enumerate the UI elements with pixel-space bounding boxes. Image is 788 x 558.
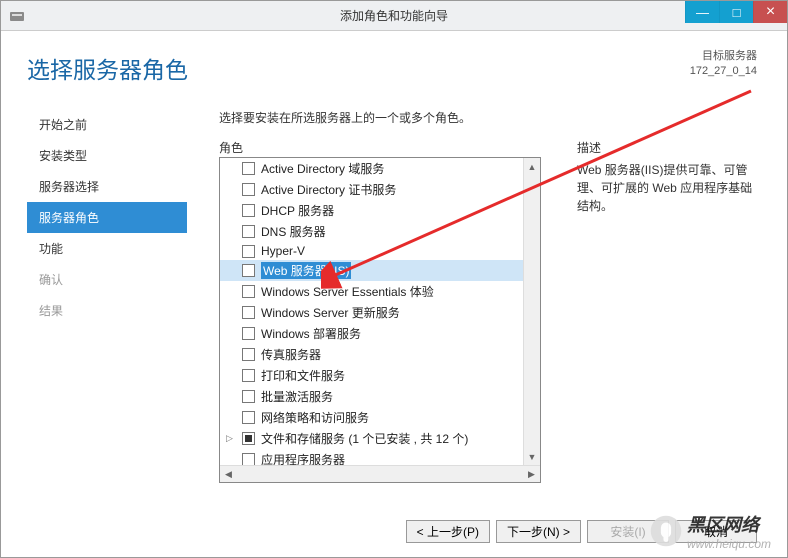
role-item[interactable]: 传真服务器 — [220, 344, 523, 365]
role-checkbox[interactable] — [242, 453, 255, 465]
next-button[interactable]: 下一步(N) > — [496, 520, 581, 543]
role-checkbox[interactable] — [242, 432, 255, 445]
vertical-scrollbar[interactable]: ▲ ▼ — [523, 158, 540, 465]
role-label: 应用程序服务器 — [261, 451, 345, 465]
role-checkbox[interactable] — [242, 348, 255, 361]
role-label: Windows Server Essentials 体验 — [261, 283, 434, 300]
install-button: 安装(I) — [587, 520, 669, 543]
role-label: DNS 服务器 — [261, 223, 326, 240]
role-item[interactable]: DNS 服务器 — [220, 221, 523, 242]
cancel-button[interactable]: 取消 — [675, 520, 757, 543]
role-label: 打印和文件服务 — [261, 367, 345, 384]
role-checkbox[interactable] — [242, 285, 255, 298]
role-item[interactable]: Active Directory 证书服务 — [220, 179, 523, 200]
role-item[interactable]: 网络策略和访问服务 — [220, 407, 523, 428]
page-title: 选择服务器角色 — [27, 51, 188, 85]
role-label: DHCP 服务器 — [261, 202, 334, 219]
wizard-sidebar: 开始之前 安装类型 服务器选择 服务器角色 功能 确认 结果 — [27, 109, 187, 326]
role-item[interactable]: Windows Server 更新服务 — [220, 302, 523, 323]
role-label: 传真服务器 — [261, 346, 321, 363]
role-label: Web 服务器(IIS) — [261, 262, 351, 279]
role-label: 批量激活服务 — [261, 388, 333, 405]
maximize-button[interactable]: □ — [719, 1, 753, 23]
roles-list: Active Directory 域服务 Active Directory 证书服… — [220, 158, 523, 465]
role-label: 网络策略和访问服务 — [261, 409, 369, 426]
role-label: Active Directory 域服务 — [261, 160, 384, 177]
role-checkbox[interactable] — [242, 245, 255, 258]
sidebar-item-features[interactable]: 功能 — [27, 233, 187, 264]
close-button[interactable]: × — [753, 1, 787, 23]
roles-listbox: Active Directory 域服务 Active Directory 证书服… — [219, 157, 541, 483]
roles-label: 角色 — [219, 139, 243, 156]
role-checkbox[interactable] — [242, 390, 255, 403]
role-checkbox[interactable] — [242, 225, 255, 238]
titlebar: 添加角色和功能向导 — □ × — [1, 1, 787, 31]
roles-scroll-area: Active Directory 域服务 Active Directory 证书服… — [220, 158, 540, 465]
sidebar-item-before[interactable]: 开始之前 — [27, 109, 187, 140]
scroll-right-arrow-icon[interactable]: ▶ — [523, 466, 540, 483]
role-item[interactable]: Windows Server Essentials 体验 — [220, 281, 523, 302]
role-checkbox[interactable] — [242, 306, 255, 319]
scroll-left-arrow-icon[interactable]: ◀ — [220, 466, 237, 483]
description-text: Web 服务器(IIS)提供可靠、可管理、可扩展的 Web 应用程序基础结构。 — [577, 161, 757, 215]
role-label: Hyper-V — [261, 244, 305, 258]
description-label: 描述 — [577, 139, 601, 156]
role-checkbox[interactable] — [242, 411, 255, 424]
role-item[interactable]: ▷ 文件和存储服务 (1 个已安装 , 共 12 个) — [220, 428, 523, 449]
scroll-down-arrow-icon[interactable]: ▼ — [524, 448, 541, 465]
previous-button[interactable]: < 上一步(P) — [406, 520, 490, 543]
role-item[interactable]: 批量激活服务 — [220, 386, 523, 407]
content-area: 选择服务器角色 目标服务器 172_27_0_14 开始之前 安装类型 服务器选… — [1, 31, 787, 557]
role-label: Windows Server 更新服务 — [261, 304, 400, 321]
sidebar-item-results: 结果 — [27, 295, 187, 326]
role-item[interactable]: Active Directory 域服务 — [220, 158, 523, 179]
role-item[interactable]: Web 服务器(IIS) — [220, 260, 523, 281]
role-checkbox[interactable] — [242, 204, 255, 217]
scroll-up-arrow-icon[interactable]: ▲ — [524, 158, 541, 175]
role-label: Windows 部署服务 — [261, 325, 361, 342]
role-checkbox[interactable] — [242, 183, 255, 196]
wizard-buttons: < 上一步(P) 下一步(N) > 安装(I) 取消 — [406, 520, 757, 543]
role-item[interactable]: Windows 部署服务 — [220, 323, 523, 344]
app-icon — [9, 8, 25, 24]
target-server-info: 目标服务器 172_27_0_14 — [690, 49, 757, 80]
window-title: 添加角色和功能向导 — [340, 7, 448, 24]
wizard-window: 添加角色和功能向导 — □ × 选择服务器角色 目标服务器 172_27_0_1… — [0, 0, 788, 558]
target-label: 目标服务器 — [690, 49, 757, 64]
horizontal-scrollbar[interactable]: ◀ ▶ — [220, 465, 540, 482]
role-checkbox[interactable] — [242, 264, 255, 277]
role-label: Active Directory 证书服务 — [261, 181, 396, 198]
role-item[interactable]: Hyper-V — [220, 242, 523, 260]
role-checkbox[interactable] — [242, 162, 255, 175]
target-value: 172_27_0_14 — [690, 64, 757, 79]
expander-icon[interactable]: ▷ — [226, 433, 233, 444]
window-controls: — □ × — [685, 1, 787, 23]
role-item[interactable]: 应用程序服务器 — [220, 449, 523, 465]
sidebar-item-server-select[interactable]: 服务器选择 — [27, 171, 187, 202]
role-label: 文件和存储服务 (1 个已安装 , 共 12 个) — [261, 430, 468, 447]
role-checkbox[interactable] — [242, 369, 255, 382]
sidebar-item-server-roles[interactable]: 服务器角色 — [27, 202, 187, 233]
sidebar-item-install-type[interactable]: 安装类型 — [27, 140, 187, 171]
role-item[interactable]: 打印和文件服务 — [220, 365, 523, 386]
sidebar-item-confirm: 确认 — [27, 264, 187, 295]
role-checkbox[interactable] — [242, 327, 255, 340]
role-item[interactable]: DHCP 服务器 — [220, 200, 523, 221]
minimize-button[interactable]: — — [685, 1, 719, 23]
instruction-text: 选择要安装在所选服务器上的一个或多个角色。 — [219, 109, 471, 126]
